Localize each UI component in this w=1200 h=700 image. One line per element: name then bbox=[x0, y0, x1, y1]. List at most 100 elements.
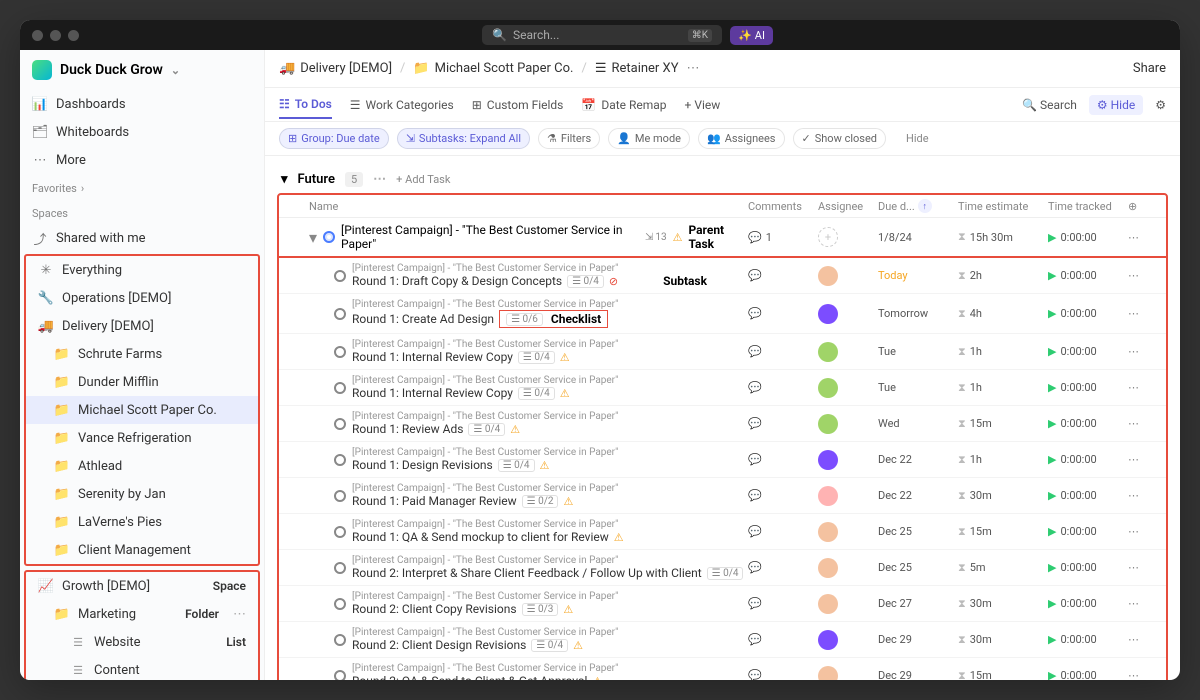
tracked-cell[interactable]: ▶0:00:00 bbox=[1048, 345, 1128, 358]
sidebar-folder-vance-refrigeration[interactable]: 📁Vance Refrigeration bbox=[26, 424, 258, 452]
add-column-button[interactable]: ⊕ bbox=[1128, 199, 1158, 213]
comment-icon[interactable]: 💬 bbox=[748, 453, 762, 466]
tracked-cell[interactable]: ▶0:00:00 bbox=[1048, 633, 1128, 646]
comment-icon[interactable]: 💬 bbox=[748, 633, 762, 646]
me-mode-chip[interactable]: 👤 Me mode bbox=[608, 128, 690, 149]
hide-button[interactable]: ⚙ Hide bbox=[1089, 95, 1143, 115]
row-more-button[interactable]: ⋯ bbox=[1128, 345, 1158, 358]
due-date-cell[interactable]: Dec 29 bbox=[878, 633, 958, 646]
task-row[interactable]: [Pinterest Campaign] - "The Best Custome… bbox=[279, 550, 1166, 586]
tracked-cell[interactable]: ▶0:00:00 bbox=[1048, 489, 1128, 502]
estimate-cell[interactable]: ⧗1h bbox=[958, 381, 1048, 395]
workspace-switcher[interactable]: Duck Duck Grow ⌄ bbox=[20, 50, 264, 90]
row-more-button[interactable]: ⋯ bbox=[1128, 231, 1158, 244]
due-date-cell[interactable]: Dec 27 bbox=[878, 597, 958, 610]
due-date-cell[interactable]: Tue bbox=[878, 345, 958, 358]
status-icon[interactable] bbox=[334, 270, 346, 282]
assignee-avatar[interactable] bbox=[818, 666, 838, 681]
sidebar-everything[interactable]: ✳Everything bbox=[26, 256, 258, 284]
view-tab-custom-fields[interactable]: ⊞ Custom Fields bbox=[472, 92, 564, 118]
sidebar-nav-dashboards[interactable]: 📊Dashboards bbox=[20, 90, 264, 118]
status-icon[interactable] bbox=[334, 526, 346, 538]
sidebar-folder-client-management[interactable]: 📁Client Management bbox=[26, 536, 258, 564]
view-tab-date-remap[interactable]: 📅 Date Remap bbox=[581, 92, 666, 118]
favorites-section[interactable]: Favorites › bbox=[20, 174, 264, 199]
tracked-cell[interactable]: ▶0:00:00 bbox=[1048, 231, 1128, 244]
row-more-button[interactable]: ⋯ bbox=[1128, 453, 1158, 466]
assignees-chip[interactable]: 👥 Assignees bbox=[698, 128, 785, 149]
estimate-cell[interactable]: ⧗1h bbox=[958, 345, 1048, 359]
due-date-cell[interactable]: Dec 22 bbox=[878, 453, 958, 466]
assignee-empty-icon[interactable]: + bbox=[818, 227, 838, 247]
task-row[interactable]: [Pinterest Campaign] - "The Best Custome… bbox=[279, 370, 1166, 406]
status-icon[interactable] bbox=[334, 670, 346, 681]
sidebar-shared-with-me[interactable]: ⤴Shared with me bbox=[20, 224, 264, 252]
assignee-avatar[interactable] bbox=[818, 450, 838, 470]
col-name[interactable]: Name bbox=[309, 199, 748, 213]
task-row[interactable]: [Pinterest Campaign] - "The Best Custome… bbox=[279, 586, 1166, 622]
estimate-cell[interactable]: ⧗15h 30m bbox=[958, 230, 1048, 244]
row-more-button[interactable]: ⋯ bbox=[1128, 669, 1158, 680]
assignee-avatar[interactable] bbox=[818, 522, 838, 542]
assignee-avatar[interactable] bbox=[818, 342, 838, 362]
row-more-button[interactable]: ⋯ bbox=[1128, 307, 1158, 320]
row-more-button[interactable]: ⋯ bbox=[1128, 525, 1158, 538]
sidebar-folder-athlead[interactable]: 📁Athlead bbox=[26, 452, 258, 480]
comment-icon[interactable]: 💬 bbox=[748, 381, 762, 394]
tracked-cell[interactable]: ▶0:00:00 bbox=[1048, 669, 1128, 680]
status-icon[interactable] bbox=[334, 382, 346, 394]
sidebar-list-website[interactable]: WebsiteList bbox=[26, 628, 258, 656]
collapse-icon[interactable]: ▾ bbox=[281, 172, 288, 187]
due-date-cell[interactable]: Today bbox=[878, 269, 958, 282]
task-row[interactable]: [Pinterest Campaign] - "The Best Custome… bbox=[279, 334, 1166, 370]
sidebar-list-content[interactable]: Content bbox=[26, 656, 258, 680]
task-row[interactable]: [Pinterest Campaign] - "The Best Custome… bbox=[279, 514, 1166, 550]
share-button[interactable]: Share bbox=[1133, 61, 1166, 76]
breadcrumb-folder[interactable]: 📁 Michael Scott Paper Co. bbox=[413, 61, 573, 76]
task-row[interactable]: [Pinterest Campaign] - "The Best Custome… bbox=[279, 478, 1166, 514]
sidebar-folder-serenity-by-jan[interactable]: 📁Serenity by Jan bbox=[26, 480, 258, 508]
col-assignee[interactable]: Assignee bbox=[818, 199, 878, 213]
row-more-button[interactable]: ⋯ bbox=[1128, 381, 1158, 394]
col-tracked[interactable]: Time tracked bbox=[1048, 199, 1128, 213]
sidebar-space-growth[interactable]: 📈Growth [DEMO]Space bbox=[26, 572, 258, 600]
comment-icon[interactable]: 💬 bbox=[748, 269, 762, 282]
status-icon[interactable] bbox=[334, 634, 346, 646]
task-row[interactable]: [Pinterest Campaign] - "The Best Custome… bbox=[279, 258, 1166, 294]
comment-icon[interactable]: 💬 bbox=[748, 561, 762, 574]
status-icon[interactable] bbox=[334, 308, 346, 320]
estimate-cell[interactable]: ⧗30m bbox=[958, 633, 1048, 647]
assignee-avatar[interactable] bbox=[818, 558, 838, 578]
comment-icon[interactable]: 💬 bbox=[748, 345, 762, 358]
global-search-input[interactable]: 🔍 Search... ⌘K bbox=[482, 25, 722, 45]
tracked-cell[interactable]: ▶0:00:00 bbox=[1048, 561, 1128, 574]
col-comments[interactable]: Comments bbox=[748, 199, 818, 213]
add-view-button[interactable]: + View bbox=[685, 92, 721, 118]
group-header[interactable]: ▾ Future 5 ⋯ + Add Task bbox=[277, 166, 1168, 193]
assignee-avatar[interactable] bbox=[818, 266, 838, 286]
more-icon[interactable]: ⋯ bbox=[373, 172, 386, 187]
tracked-cell[interactable]: ▶0:00:00 bbox=[1048, 307, 1128, 320]
assignee-avatar[interactable] bbox=[818, 304, 838, 324]
comment-icon[interactable]: 💬 bbox=[748, 669, 762, 680]
due-date-cell[interactable]: Wed bbox=[878, 417, 958, 430]
task-row[interactable]: [Pinterest Campaign] - "The Best Custome… bbox=[279, 442, 1166, 478]
sidebar-folder-laverne-s-pies[interactable]: 📁LaVerne's Pies bbox=[26, 508, 258, 536]
due-date-cell[interactable]: Dec 29 bbox=[878, 669, 958, 680]
search-button[interactable]: 🔍 Search bbox=[1022, 98, 1077, 112]
sidebar-nav-whiteboards[interactable]: 🗂Whiteboards bbox=[20, 118, 264, 146]
assignee-avatar[interactable] bbox=[818, 594, 838, 614]
assignee-avatar[interactable] bbox=[818, 486, 838, 506]
estimate-cell[interactable]: ⧗15m bbox=[958, 669, 1048, 681]
ai-button[interactable]: ✨ AI bbox=[730, 26, 773, 45]
task-row-parent[interactable]: ▾ [Pinterest Campaign] - "The Best Custo… bbox=[279, 218, 1166, 258]
estimate-cell[interactable]: ⧗1h bbox=[958, 453, 1048, 467]
view-tab-todos[interactable]: ☷ To Dos bbox=[279, 91, 332, 119]
estimate-cell[interactable]: ⧗30m bbox=[958, 489, 1048, 503]
assignee-avatar[interactable] bbox=[818, 630, 838, 650]
tracked-cell[interactable]: ▶0:00:00 bbox=[1048, 453, 1128, 466]
row-more-button[interactable]: ⋯ bbox=[1128, 489, 1158, 502]
task-row[interactable]: [Pinterest Campaign] - "The Best Custome… bbox=[279, 622, 1166, 658]
assignee-avatar[interactable] bbox=[818, 414, 838, 434]
tracked-cell[interactable]: ▶0:00:00 bbox=[1048, 269, 1128, 282]
